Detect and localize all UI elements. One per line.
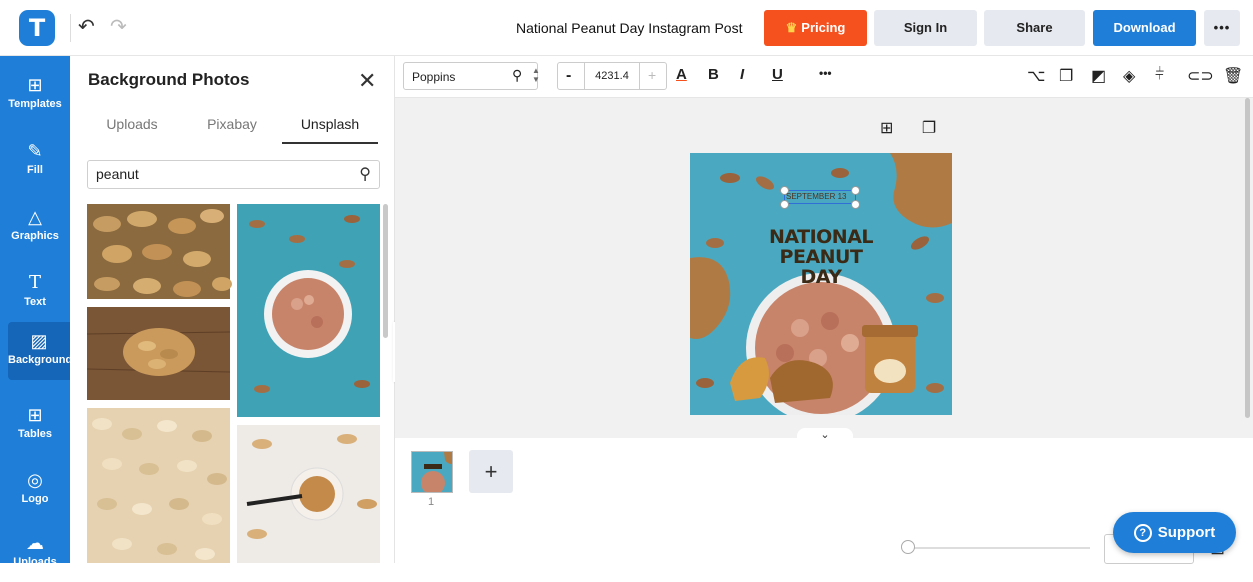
sidebar-item-background[interactable]: ▨ Background — [8, 322, 73, 380]
photo-thumbnail[interactable] — [87, 408, 230, 563]
background-icon: ▨ — [30, 331, 48, 351]
help-icon: ? — [1133, 524, 1152, 542]
photo-thumbnail[interactable] — [87, 307, 231, 400]
redo-icon[interactable]: ↷ — [110, 14, 127, 39]
panel-title: Background Photos — [88, 70, 250, 89]
sidebar-item-templates[interactable]: ⊞ Templates — [0, 66, 70, 124]
divider — [70, 14, 71, 42]
tab-uploads[interactable]: Uploads — [84, 116, 180, 144]
add-page-button[interactable]: + — [469, 450, 513, 493]
thumbnail-preview — [412, 452, 452, 492]
zoom-slider-handle[interactable] — [901, 540, 915, 554]
search-input[interactable] — [96, 166, 336, 182]
increase-size-button[interactable]: + — [648, 67, 656, 83]
crown-icon: ♛ — [785, 20, 798, 35]
left-sidebar: ⊞ Templates ✎ Fill △ Graphics T Text ▨ B… — [0, 56, 73, 568]
decrease-size-button[interactable]: - — [566, 67, 571, 85]
zoom-slider[interactable] — [910, 547, 1090, 549]
sidebar-item-label: Tables — [17, 428, 53, 440]
uploads-icon: ☁ — [26, 533, 44, 553]
add-element-icon[interactable]: ⊞ — [880, 120, 893, 137]
sidebar-item-tables[interactable]: ⊞ Tables — [0, 396, 70, 454]
sidebar-item-label: Graphics — [11, 230, 59, 242]
font-name: Poppins — [412, 70, 456, 84]
design-artboard[interactable]: SEPTEMBER 13 NATIONAL PEANUT DAY — [690, 153, 952, 415]
top-bar: T ↶ ↷ National Peanut Day Instagram Post… — [0, 0, 1253, 56]
pricing-button[interactable]: ♛ Pricing — [764, 10, 867, 46]
bold-button[interactable]: B — [708, 66, 719, 83]
title-line: PEANUT — [779, 246, 863, 268]
close-icon[interactable]: ✕ — [358, 68, 376, 94]
font-size-input[interactable]: 4231.4 — [584, 63, 640, 89]
more-text-options-button[interactable]: ••• — [819, 66, 832, 80]
download-button[interactable]: Download — [1093, 10, 1196, 46]
sidebar-item-label: Templates — [8, 98, 62, 110]
align-icon[interactable]: ⫩ — [1155, 66, 1164, 84]
fill-icon: ✎ — [27, 141, 43, 161]
tab-pixabay[interactable]: Pixabay — [184, 116, 280, 144]
font-family-select[interactable]: Poppins ⚲ ▲ ▼ — [403, 62, 540, 90]
text-icon: T — [28, 272, 41, 293]
panel-scrollbar[interactable] — [383, 204, 388, 338]
title-line: NATIONAL — [768, 226, 874, 248]
text-toolbar: Poppins ⚲ ▲ ▼ - 4231.4 + A B I U ••• ⌥ ❐ … — [395, 56, 1253, 98]
artboard-title[interactable]: NATIONAL PEANUT DAY — [690, 227, 952, 287]
tab-unsplash[interactable]: Unsplash — [282, 116, 378, 144]
photo-grid — [87, 204, 380, 563]
link-icon[interactable]: ⊂⊃ — [1187, 66, 1214, 86]
spinner-icon[interactable]: ▲ ▼ — [532, 66, 540, 84]
resize-handle[interactable] — [851, 200, 860, 209]
pricing-label: Pricing — [801, 20, 846, 35]
layer-icon[interactable]: ◩ — [1091, 66, 1106, 86]
opacity-icon[interactable]: ◈ — [1123, 66, 1135, 86]
templates-icon: ⊞ — [27, 75, 43, 95]
graphics-icon: △ — [28, 207, 42, 227]
sidebar-item-logo[interactable]: ◎ Logo — [0, 461, 70, 519]
app-logo[interactable]: T — [19, 10, 55, 46]
title-line: DAY — [800, 266, 842, 288]
page-thumbnail[interactable] — [411, 451, 453, 493]
artboard-date-text[interactable]: SEPTEMBER 13 — [786, 192, 846, 201]
photo-thumbnail[interactable] — [237, 204, 380, 417]
support-button[interactable]: ? Support — [1113, 512, 1236, 553]
photo-thumbnail[interactable] — [237, 425, 380, 563]
sidebar-item-fill[interactable]: ✎ Fill — [0, 132, 70, 190]
text-color-button[interactable]: A — [676, 66, 687, 83]
font-size-stepper: - 4231.4 + — [557, 62, 667, 90]
page-number: 1 — [428, 496, 435, 508]
resize-handle[interactable] — [851, 186, 860, 195]
search-icon[interactable]: ⚲ — [359, 164, 371, 184]
page-tools: ⊞ ❐ — [880, 118, 936, 138]
sign-in-button[interactable]: Sign In — [874, 10, 977, 46]
italic-button[interactable]: I — [740, 66, 744, 83]
sidebar-item-label: Fill — [27, 164, 43, 176]
duplicate-page-icon[interactable]: ❐ — [922, 120, 936, 137]
format-painter-icon[interactable]: ⌥ — [1027, 66, 1045, 86]
sidebar-item-graphics[interactable]: △ Graphics — [0, 198, 70, 256]
photo-grid-images — [87, 204, 380, 563]
tables-icon: ⊞ — [27, 405, 43, 425]
support-label: Support — [1157, 524, 1216, 541]
sidebar-item-uploads[interactable]: ☁ Uploads — [0, 524, 70, 582]
delete-icon[interactable]: 🗑 — [1223, 66, 1243, 86]
more-options-button[interactable]: ••• — [1204, 10, 1240, 46]
search-box: ⚲ — [87, 160, 380, 189]
photo-thumbnail[interactable] — [87, 204, 232, 299]
sidebar-item-label: Background — [8, 354, 73, 366]
duplicate-icon[interactable]: ❐ — [1059, 66, 1073, 86]
source-tabs: Uploads Pixabay Unsplash — [84, 116, 382, 144]
undo-icon[interactable]: ↶ — [78, 14, 95, 39]
sidebar-item-label: Logo — [21, 493, 49, 505]
resize-handle[interactable] — [780, 200, 789, 209]
underline-button[interactable]: U — [772, 66, 783, 83]
share-button[interactable]: Share — [984, 10, 1085, 46]
logo-icon: ◎ — [27, 470, 43, 490]
sidebar-item-label: Text — [24, 296, 46, 308]
canvas-scrollbar[interactable] — [1245, 98, 1250, 418]
document-title[interactable]: National Peanut Day Instagram Post — [516, 20, 742, 36]
sidebar-item-label: Uploads — [13, 556, 57, 568]
search-icon: ⚲ — [512, 67, 523, 83]
sidebar-item-text[interactable]: T Text — [0, 264, 70, 322]
